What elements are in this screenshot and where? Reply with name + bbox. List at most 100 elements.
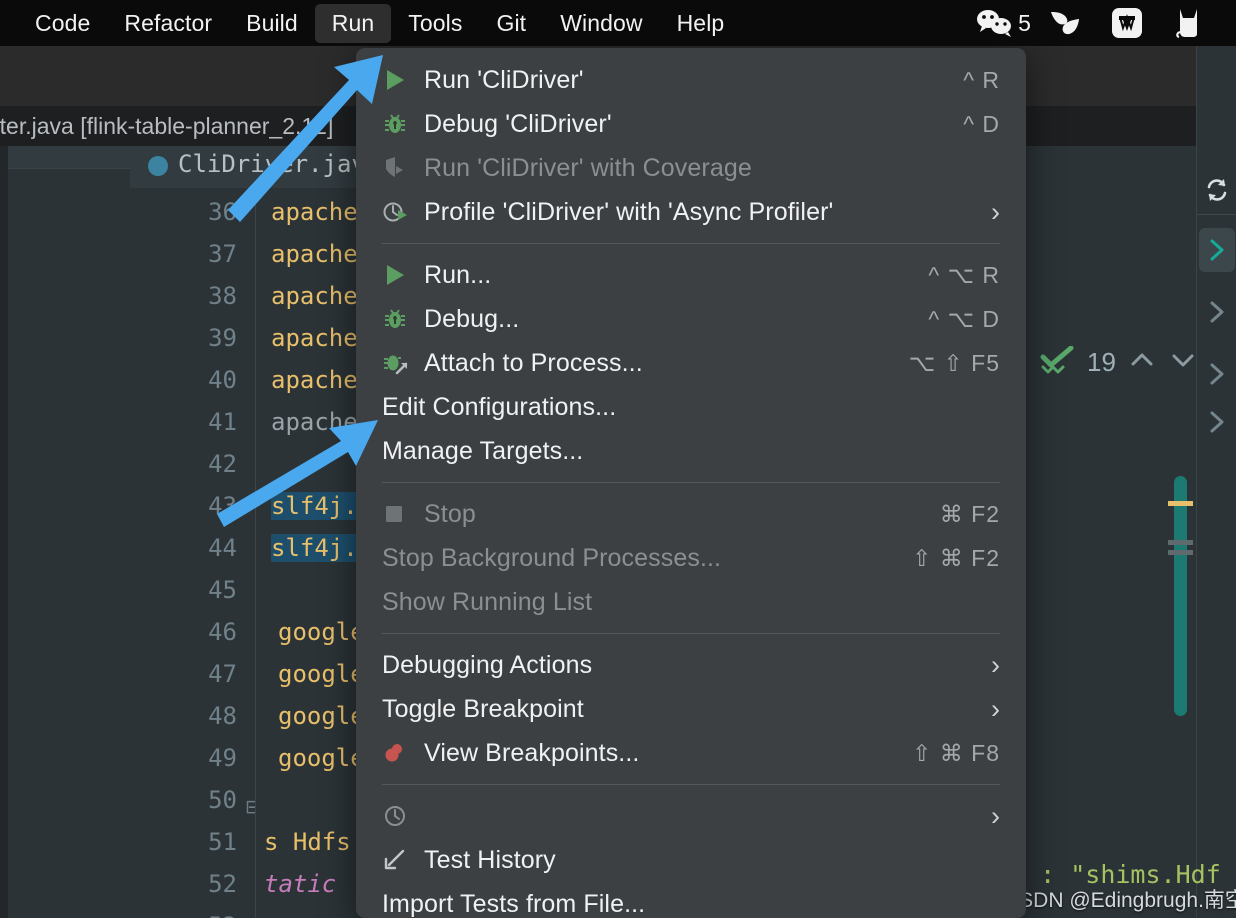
chevron-right-icon: › bbox=[991, 693, 1000, 724]
profiler-icon bbox=[382, 197, 424, 227]
file-type-icon bbox=[148, 156, 168, 176]
code-line: tatic bbox=[264, 870, 337, 898]
menu-item-debugging-actions[interactable]: Debugging Actions › bbox=[356, 643, 1026, 687]
leaf-icon[interactable] bbox=[1034, 0, 1096, 46]
stripe-marker[interactable] bbox=[1168, 550, 1193, 555]
menu-item-accel: ⌘ F2 bbox=[939, 500, 1000, 527]
wechat-icon[interactable]: 5 bbox=[972, 0, 1034, 46]
chevron-right-icon: › bbox=[991, 800, 1000, 831]
menubar-item-git[interactable]: Git bbox=[479, 4, 543, 43]
line-number: 52 bbox=[208, 870, 237, 898]
menu-item-label: Debug 'CliDriver' bbox=[424, 109, 612, 138]
menu-item-run-clidriver[interactable]: Run 'CliDriver' ^ R bbox=[356, 58, 1026, 102]
menu-item-accel: ^ D bbox=[963, 110, 1000, 137]
cat-icon[interactable] bbox=[1158, 0, 1220, 46]
editor-gutter[interactable]: 36 37 38 39 40 41 42 43 44 45 46 47 48 4… bbox=[130, 188, 261, 918]
menubar-item-run[interactable]: Run bbox=[314, 3, 392, 43]
menu-item-label: Stop bbox=[424, 499, 476, 528]
code-line: apache bbox=[271, 324, 358, 352]
menubar-item-window[interactable]: Window bbox=[543, 4, 659, 43]
menu-separator bbox=[382, 784, 1000, 785]
menu-item-label: Run... bbox=[424, 260, 492, 289]
menu-item-toggle-breakpoint[interactable]: Toggle Breakpoint › bbox=[356, 687, 1026, 731]
menu-item-label: Stop Background Processes... bbox=[382, 543, 722, 572]
menu-item-label: Debug... bbox=[424, 304, 520, 333]
menubar-item-code[interactable]: Code bbox=[18, 4, 107, 43]
line-number: 36 bbox=[208, 198, 237, 226]
coverage-icon bbox=[382, 153, 424, 183]
wechat-unread-badge: 5 bbox=[1018, 9, 1031, 36]
code-line: slf4j. bbox=[271, 492, 358, 520]
chevron-right-icon[interactable] bbox=[1199, 352, 1235, 396]
code-line: apache bbox=[271, 366, 358, 394]
chevron-up-icon[interactable] bbox=[1127, 349, 1157, 376]
menu-item-debug-clidriver[interactable]: Debug 'CliDriver' ^ D bbox=[356, 102, 1026, 146]
menu-separator bbox=[382, 482, 1000, 483]
menubar-item-help[interactable]: Help bbox=[660, 4, 742, 43]
code-line: google bbox=[278, 702, 365, 730]
line-number: 53 bbox=[208, 912, 237, 918]
menubar-item-tools[interactable]: Tools bbox=[391, 4, 479, 43]
line-number: 48 bbox=[208, 702, 237, 730]
debug-bug-icon bbox=[382, 304, 424, 334]
menu-item-edit-configurations[interactable]: Edit Configurations... bbox=[356, 385, 1026, 429]
line-number: 39 bbox=[208, 324, 237, 352]
inspection-count: 19 bbox=[1087, 347, 1116, 377]
code-line: apache bbox=[271, 198, 358, 226]
line-number: 40 bbox=[208, 366, 237, 394]
menu-item-debug-ellipsis[interactable]: Debug... ^ ⌥ D bbox=[356, 297, 1026, 341]
menu-item-show-coverage-data[interactable]: Import Tests from File... bbox=[356, 882, 1026, 918]
code-line: apache bbox=[271, 282, 358, 310]
stop-square-icon bbox=[382, 499, 424, 529]
refresh-icon[interactable] bbox=[1199, 168, 1235, 212]
menu-item-label: Test History bbox=[424, 845, 556, 874]
chevron-right-icon[interactable] bbox=[1199, 400, 1235, 444]
menu-item-label: Edit Configurations... bbox=[382, 392, 617, 421]
menubar-item-refactor[interactable]: Refactor bbox=[107, 4, 229, 43]
right-tool-stripe[interactable] bbox=[1196, 0, 1236, 918]
line-number: 43 bbox=[208, 492, 237, 520]
run-menu-popup[interactable]: Run 'CliDriver' ^ R Debug 'CliDriver' ^ … bbox=[356, 48, 1026, 918]
menu-separator bbox=[382, 633, 1000, 634]
stripe-marker-warning[interactable] bbox=[1168, 501, 1193, 506]
menu-item-profile-async-profiler[interactable]: Profile 'CliDriver' with 'Async Profiler… bbox=[356, 190, 1026, 234]
chevron-right-icon[interactable] bbox=[1199, 290, 1235, 334]
editor-tab-clidriver[interactable]: CliDriver.java bbox=[178, 150, 380, 178]
menu-item-accel: ⇧ ⌘ F8 bbox=[912, 739, 1000, 766]
editor-scrollbar-thumb[interactable] bbox=[1174, 476, 1187, 716]
macos-menu-bar[interactable]: Code Refactor Build Run Tools Git Window… bbox=[0, 0, 1236, 46]
attach-process-icon bbox=[382, 348, 424, 378]
menu-item-label: Run 'CliDriver' bbox=[424, 65, 584, 94]
menu-item-attach-to-process[interactable]: Attach to Process... ⌥ ⇧ F5 bbox=[356, 341, 1026, 385]
menu-item-import-tests-from-file[interactable]: Test History bbox=[356, 838, 1026, 882]
chevron-right-icon[interactable] bbox=[1199, 228, 1235, 272]
menu-item-label: Import Tests from File... bbox=[382, 889, 646, 918]
menubar-item-build[interactable]: Build bbox=[229, 4, 315, 43]
menu-item-manage-targets[interactable]: Manage Targets... bbox=[356, 429, 1026, 473]
menu-item-label: View Breakpoints... bbox=[424, 738, 640, 767]
menu-item-accel: ⌥ ⇧ F5 bbox=[908, 349, 1000, 376]
line-number: 38 bbox=[208, 282, 237, 310]
menubar-tray[interactable]: 5 bbox=[972, 0, 1236, 46]
code-line: slf4j. bbox=[271, 534, 358, 562]
menu-item-label: Profile 'CliDriver' with 'Async Profiler… bbox=[424, 197, 834, 226]
menu-item-accel: ⇧ ⌘ F2 bbox=[912, 544, 1000, 571]
menu-item-run-ellipsis[interactable]: Run... ^ ⌥ R bbox=[356, 253, 1026, 297]
menu-item-stop: Stop ⌘ F2 bbox=[356, 492, 1026, 536]
menu-item-label: Manage Targets... bbox=[382, 436, 584, 465]
line-number: 37 bbox=[208, 240, 237, 268]
breakpoint-icon bbox=[382, 738, 424, 768]
line-number: 50 bbox=[208, 786, 237, 814]
wps-office-icon[interactable] bbox=[1096, 0, 1158, 46]
menu-item-accel: ^ ⌥ D bbox=[928, 305, 1000, 332]
run-play-icon bbox=[382, 65, 424, 95]
chevron-right-icon: › bbox=[991, 196, 1000, 227]
debug-bug-icon bbox=[382, 109, 424, 139]
stripe-marker[interactable] bbox=[1168, 540, 1193, 545]
project-title-text: rter.java [flink-table-planner_2.12] bbox=[0, 112, 334, 139]
menu-item-view-breakpoints[interactable]: View Breakpoints... ⇧ ⌘ F8 bbox=[356, 731, 1026, 775]
window-left-edge bbox=[0, 146, 8, 918]
menu-item-label: Debugging Actions bbox=[382, 650, 593, 679]
code-line: apache bbox=[271, 408, 358, 436]
editor-left-rail bbox=[0, 146, 130, 918]
